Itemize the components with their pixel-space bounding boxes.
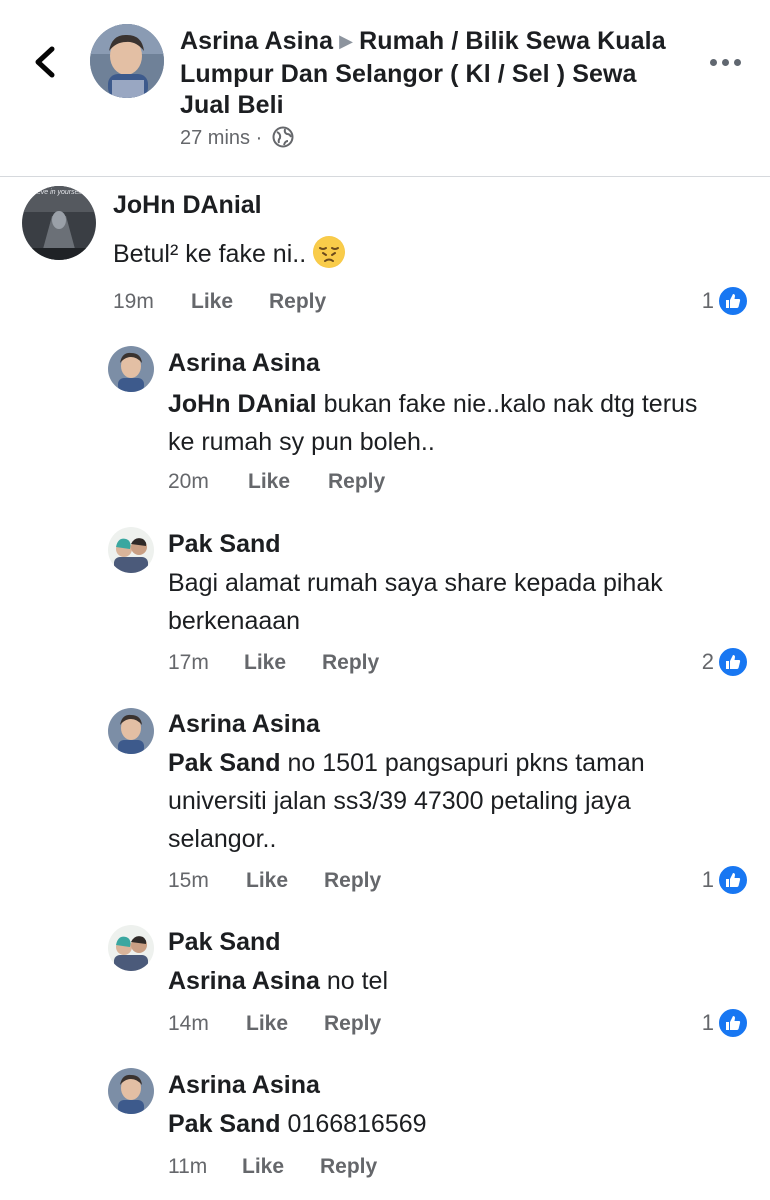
dot-icon — [722, 59, 729, 66]
comment-time: 19m — [113, 290, 154, 313]
mention-link[interactable]: Pak Sand — [168, 749, 281, 777]
comment-meta: 14m Like Reply — [168, 1012, 468, 1040]
post-header: Asrina Asina ▶ Rumah / Bilik Sewa Kuala Lu… — [0, 0, 770, 177]
comment-text: Pak Sand 0166816569 — [168, 1105, 728, 1143]
commenter-avatar[interactable] — [108, 708, 154, 754]
reaction-number: 1 — [701, 288, 714, 313]
comment-body: Betul² ke fake ni.. — [113, 240, 307, 268]
globe-icon — [272, 126, 294, 154]
mention-link[interactable]: Asrina Asina — [168, 967, 320, 995]
comment-text: Pak Sand no 1501 pangsapuri pkns taman u… — [168, 744, 728, 858]
comment-author[interactable]: Asrina Asina — [168, 349, 320, 378]
comment-author[interactable]: Asrina Asina — [168, 710, 320, 739]
chevron-left-icon — [35, 46, 55, 78]
comment-text: Asrina Asina no tel — [168, 962, 728, 1000]
comment-text: Bagi alamat rumah saya share kepada piha… — [168, 564, 738, 640]
commenter-avatar[interactable] — [108, 1068, 154, 1114]
comment-time: 15m — [168, 869, 209, 892]
commenter-avatar[interactable]: believe in yourself — [22, 186, 96, 260]
dot-icon — [710, 59, 717, 66]
post-author-name[interactable]: Asrina Asina — [180, 27, 333, 55]
comment-text: Betul² ke fake ni.. — [113, 235, 713, 273]
comment-body: no tel — [319, 967, 389, 995]
commenter-avatar[interactable] — [108, 346, 154, 392]
thumbs-up-icon — [718, 286, 748, 316]
more-options-button[interactable] — [708, 55, 744, 71]
like-button[interactable]: Like — [248, 470, 290, 494]
reaction-number: 2 — [701, 649, 714, 674]
thumbs-up-icon — [718, 865, 748, 895]
mention-link[interactable]: JoHn DAnial — [168, 390, 317, 418]
thumbs-up-icon — [718, 647, 748, 677]
dot-icon — [734, 59, 741, 66]
comment-meta: 20m Like Reply — [168, 470, 468, 498]
comment-time: 17m — [168, 651, 209, 674]
reply-button[interactable]: Reply — [324, 1012, 381, 1036]
commenter-avatar[interactable] — [108, 925, 154, 971]
like-button[interactable]: Like — [246, 869, 288, 893]
comment-author[interactable]: JoHn DAnial — [113, 191, 262, 220]
comment-body: Bagi alamat rumah saya share kepada piha… — [168, 569, 663, 635]
author-avatar[interactable] — [90, 24, 164, 98]
reaction-number: 1 — [701, 867, 714, 892]
reaction-count[interactable]: 1 — [702, 286, 748, 316]
reply-button[interactable]: Reply — [322, 651, 379, 675]
reply-button[interactable]: Reply — [328, 470, 385, 494]
comment-meta: 17m Like Reply — [168, 651, 468, 679]
like-button[interactable]: Like — [244, 651, 286, 675]
comment-body: 0166816569 — [280, 1110, 427, 1138]
post-time-text: 27 mins · — [180, 127, 263, 149]
avatar-caption: believe in yourself — [26, 189, 83, 196]
post-timestamp: 27 mins · — [180, 126, 294, 154]
triangle-right-icon: ▶ — [339, 31, 354, 51]
like-button[interactable]: Like — [242, 1155, 284, 1179]
comment-time: 20m — [168, 470, 209, 493]
comment-time: 11m — [168, 1155, 208, 1178]
comment-author[interactable]: Pak Sand — [168, 928, 281, 957]
like-button[interactable]: Like — [246, 1012, 288, 1036]
comment-meta: 19m Like Reply — [113, 290, 413, 318]
reply-button[interactable]: Reply — [324, 869, 381, 893]
comment-meta: 11m Like Reply — [168, 1155, 468, 1183]
mention-link[interactable]: Pak Sand — [168, 1110, 281, 1138]
comment-time: 14m — [168, 1012, 209, 1035]
comment-meta: 15m Like Reply — [168, 869, 468, 897]
comment-text: JoHn DAnial bukan fake nie..kalo nak dtg… — [168, 385, 708, 461]
thumbs-up-icon — [718, 1008, 748, 1038]
comment-author[interactable]: Asrina Asina — [168, 1071, 320, 1100]
comment-author[interactable]: Pak Sand — [168, 530, 281, 559]
back-button[interactable] — [28, 40, 68, 84]
like-button[interactable]: Like — [191, 290, 233, 314]
reply-button[interactable]: Reply — [269, 290, 326, 314]
post-title: Asrina Asina ▶ Rumah / Bilik Sewa Kuala Lu… — [180, 26, 680, 121]
reaction-count[interactable]: 1 — [702, 865, 748, 895]
reaction-count[interactable]: 2 — [702, 647, 748, 677]
reaction-count[interactable]: 1 — [702, 1008, 748, 1038]
commenter-avatar[interactable] — [108, 527, 154, 573]
reaction-number: 1 — [701, 1010, 714, 1035]
reply-button[interactable]: Reply — [320, 1155, 377, 1179]
pensive-face-emoji-icon — [313, 236, 346, 268]
